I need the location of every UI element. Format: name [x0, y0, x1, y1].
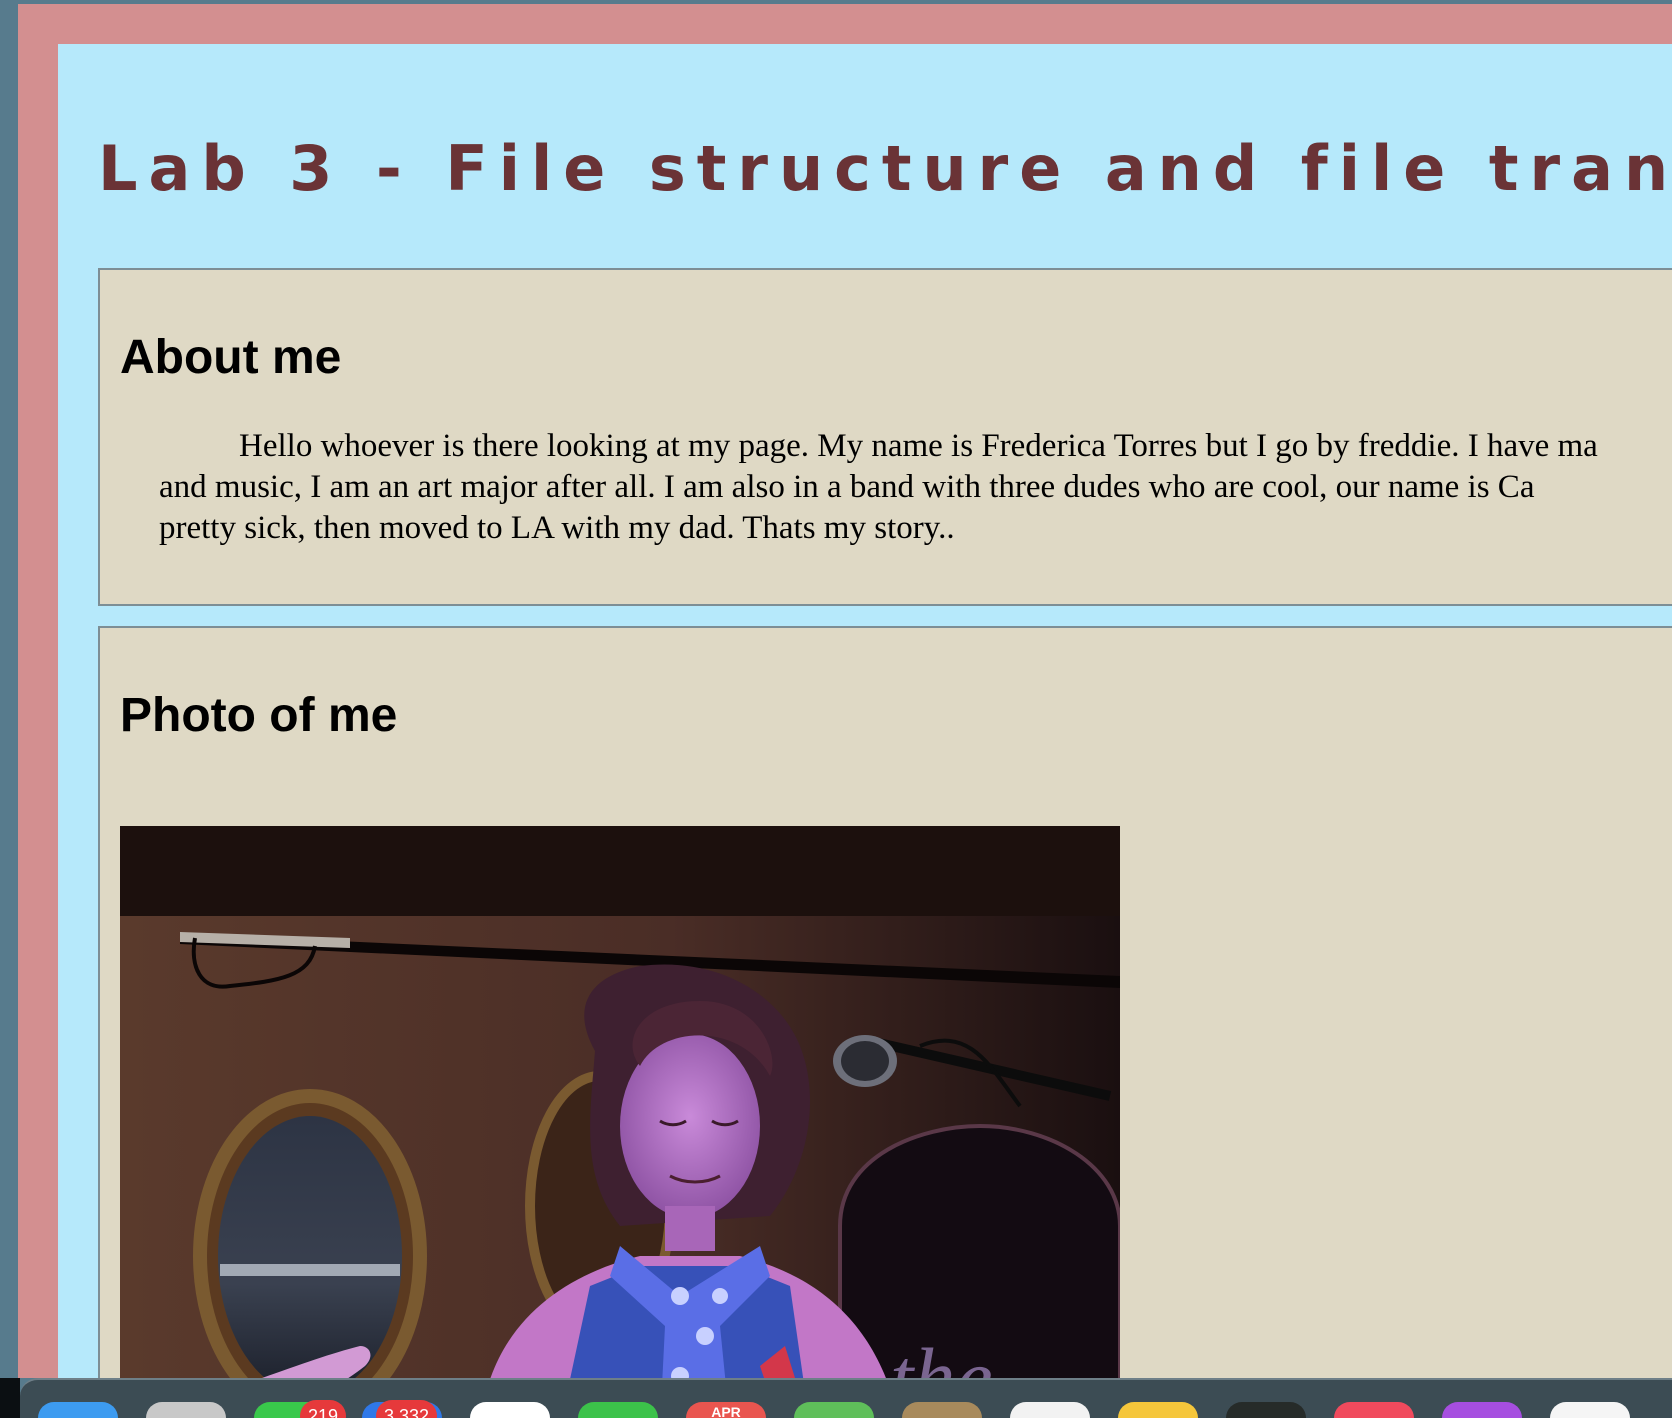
photo-sign-text: the	[890, 1332, 993, 1378]
preview-icon[interactable]	[1010, 1402, 1090, 1418]
messages-icon[interactable]: 219	[254, 1400, 347, 1418]
launchpad-icon[interactable]	[146, 1402, 226, 1418]
about-line: and music, I am an art major after all. …	[159, 469, 1535, 505]
news-icon[interactable]	[1550, 1402, 1630, 1418]
notes-app-icon[interactable]	[902, 1402, 982, 1418]
about-line: Hello whoever is there looking at my pag…	[239, 428, 1598, 464]
photos-icon[interactable]	[470, 1402, 550, 1418]
stickies-icon[interactable]	[1118, 1402, 1198, 1418]
calendar-month-label: APR	[711, 1404, 741, 1418]
messages-badge: 219	[300, 1400, 347, 1418]
terminal-icon[interactable]	[1226, 1402, 1306, 1418]
maps-icon[interactable]	[794, 1402, 874, 1418]
about-section: About me Hello whoever is there looking …	[98, 268, 1672, 606]
page-body: Lab 3 - File structure and file transf A…	[18, 4, 1672, 1378]
about-paragraph: Hello whoever is there looking at my pag…	[159, 426, 1672, 549]
facetime-icon[interactable]	[578, 1402, 658, 1418]
dock: 219 3,332 APR	[20, 1378, 1672, 1418]
page-title: Lab 3 - File structure and file transf	[98, 132, 1672, 205]
photo-heading: Photo of me	[120, 689, 398, 742]
calendar-icon[interactable]: APR	[686, 1402, 766, 1418]
page-container: Lab 3 - File structure and file transf A…	[58, 44, 1672, 1378]
finder-icon[interactable]	[38, 1402, 118, 1418]
window-edge	[0, 0, 18, 1378]
photo-section: Photo of me	[98, 626, 1672, 1378]
screen-edge	[0, 1378, 20, 1418]
mail-badge: 3,332	[376, 1400, 438, 1418]
music-icon[interactable]	[1334, 1402, 1414, 1418]
profile-photo-image: the	[120, 826, 1120, 1378]
podcasts-icon[interactable]	[1442, 1402, 1522, 1418]
mail-icon[interactable]: 3,332	[362, 1400, 442, 1418]
profile-photo: the	[120, 826, 1120, 1378]
about-heading: About me	[120, 331, 342, 384]
about-line: pretty sick, then moved to LA with my da…	[159, 510, 955, 546]
